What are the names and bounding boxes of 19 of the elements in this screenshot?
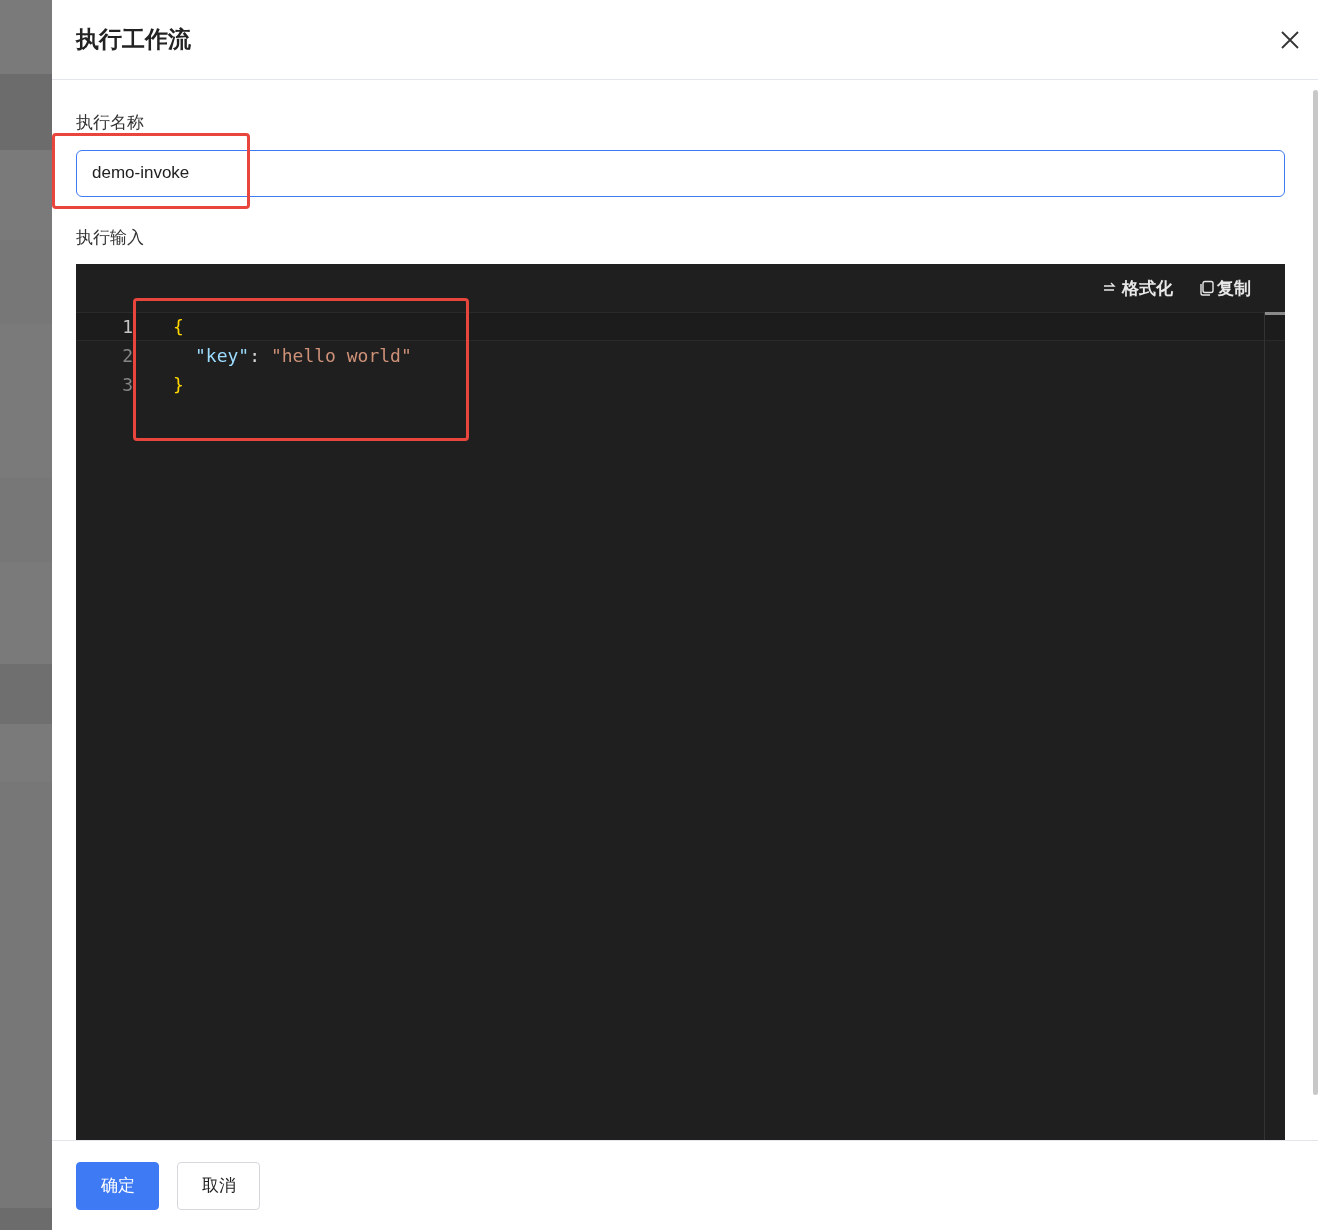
cancel-button[interactable]: 取消 bbox=[177, 1161, 260, 1210]
format-button[interactable]: 格式化 bbox=[1103, 275, 1173, 302]
copy-icon bbox=[1199, 280, 1215, 297]
confirm-button[interactable]: 确定 bbox=[76, 1161, 159, 1210]
close-icon bbox=[1281, 30, 1299, 49]
page-scrollbar[interactable] bbox=[1313, 90, 1318, 1095]
field-label: 执行输入 bbox=[76, 228, 145, 248]
code-line: } bbox=[172, 373, 184, 398]
code-line: { bbox=[172, 315, 184, 340]
name-input-field[interactable]: demo-invoke bbox=[76, 149, 1285, 197]
code-editor[interactable]: 格式化 复制 1 { 2 "key": "hello world" 3 } bbox=[76, 264, 1285, 1140]
line-number: 3 bbox=[121, 373, 133, 398]
editor-scrollbar[interactable] bbox=[1264, 312, 1285, 1140]
field-label: 执行名称 bbox=[76, 114, 145, 133]
line-number: 2 bbox=[121, 344, 133, 369]
code-line: "key": "hello world" bbox=[194, 344, 412, 369]
line-number: 1 bbox=[121, 315, 133, 340]
dialog-title: 执行工作流 bbox=[76, 25, 191, 55]
copy-button[interactable]: 复制 bbox=[1199, 275, 1251, 302]
